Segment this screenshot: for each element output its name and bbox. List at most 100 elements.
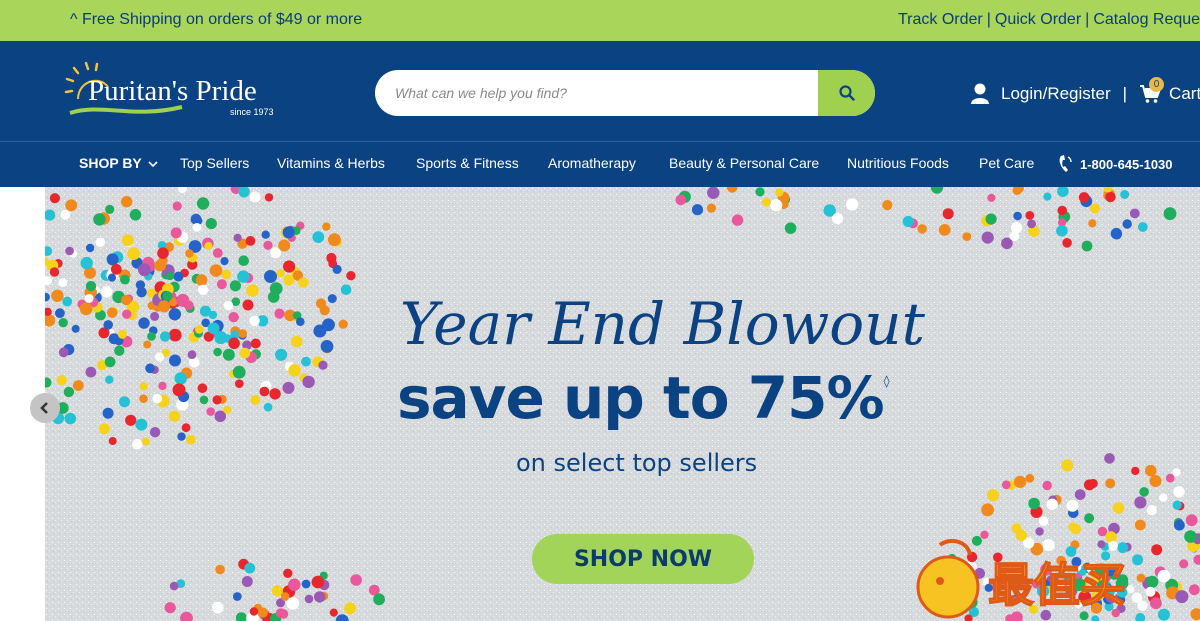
nav-top-sellers[interactable]: Top Sellers [180, 155, 249, 171]
nav-vitamins-herbs[interactable]: Vitamins & Herbs [277, 155, 385, 171]
search-input[interactable] [375, 70, 805, 116]
confetti-dot [249, 315, 260, 326]
confetti-dot [1185, 514, 1198, 527]
confetti-dot [170, 227, 182, 239]
confetti-dot [158, 381, 167, 391]
confetti-dot [105, 375, 114, 384]
confetti-dot [195, 325, 204, 334]
nav-aromatherapy[interactable]: Aromatherapy [548, 155, 636, 171]
confetti-dot [119, 396, 130, 408]
confetti-dot [1173, 486, 1185, 498]
confetti-dot [150, 311, 160, 321]
confetti-dot [101, 286, 113, 298]
quick-order-link[interactable]: Quick Order [995, 11, 1081, 28]
confetti-dot [158, 300, 171, 313]
confetti-dot [1042, 480, 1052, 491]
confetti-dot [319, 305, 330, 316]
confetti-dot [159, 331, 171, 342]
confetti-dot [290, 335, 303, 348]
confetti-dot [902, 215, 914, 228]
confetti-dot [237, 270, 250, 283]
confetti-dot [332, 264, 342, 274]
confetti-dot [129, 209, 142, 221]
shop-now-button[interactable]: SHOP NOW [532, 534, 754, 584]
divider: | [1085, 11, 1090, 28]
confetti-dot [164, 602, 176, 614]
promo-bar: ^ Free Shipping on orders of $49 or more… [0, 0, 1200, 41]
nav-sports-fitness[interactable]: Sports & Fitness [416, 155, 519, 171]
confetti-dot [117, 329, 127, 339]
confetti-dot [675, 194, 687, 206]
nav-nutritious-foods[interactable]: Nutritious Foods [847, 155, 949, 171]
nav-beauty-personal-care[interactable]: Beauty & Personal Care [669, 155, 819, 171]
confetti-dot [269, 388, 281, 400]
divider: | [986, 11, 991, 28]
confetti-dot [288, 578, 301, 591]
offer-text: save up to 75% [397, 364, 885, 432]
confetti-dot [327, 294, 337, 304]
confetti-dot [228, 337, 240, 350]
confetti-dot [987, 193, 996, 202]
track-order-link[interactable]: Track Order [898, 11, 983, 28]
account-area: Login/Register | 0 Cart [970, 77, 1200, 107]
confetti-dot [85, 243, 95, 253]
carousel-prev-button[interactable] [30, 393, 60, 423]
chevron-left-icon [40, 402, 48, 414]
brand-name: Puritan's Pride [88, 75, 257, 107]
search-button[interactable] [818, 70, 875, 116]
confetti-dot [1046, 498, 1058, 510]
confetti-dot [1025, 211, 1035, 220]
confetti-dot [72, 380, 84, 391]
confetti-dot [65, 246, 74, 256]
brand-logo[interactable]: Puritan's Pride since 1973 [62, 59, 292, 125]
confetti-dot [173, 271, 184, 282]
confetti-dot [326, 252, 337, 264]
confetti-dot [84, 294, 94, 303]
confetti-dot [1146, 505, 1157, 516]
confetti-dot [199, 395, 209, 405]
user-icon [971, 83, 989, 104]
confetti-dot [264, 270, 277, 283]
confetti-dot [301, 579, 311, 589]
confetti-dot [845, 198, 859, 211]
confetti-dot [1028, 497, 1040, 510]
confetti-dot [346, 271, 356, 281]
confetti-dot [250, 395, 261, 405]
confetti-dot [282, 226, 295, 239]
confetti-dot [223, 300, 234, 311]
confetti-dot [215, 564, 225, 575]
site-header: Puritan's Pride since 1973 Login/Registe… [0, 41, 1200, 141]
confetti-dot [312, 231, 325, 243]
confetti-dot [283, 260, 296, 273]
login-register-link[interactable]: Login/Register [1001, 84, 1111, 104]
phone-number[interactable]: 1-800-645-1030 [1080, 157, 1173, 172]
divider: | [1122, 84, 1128, 103]
confetti-dot [205, 218, 217, 230]
confetti-dot [212, 248, 223, 258]
confetti-dot [981, 231, 994, 244]
confetti-dot [199, 305, 212, 317]
cart-button[interactable]: 0 Cart [1139, 77, 1200, 104]
confetti-dot [121, 294, 132, 306]
shop-by-menu[interactable]: SHOP BY [79, 155, 158, 171]
confetti-dot [250, 338, 261, 349]
confetti-dot [775, 188, 784, 197]
confetti-dot [302, 375, 315, 389]
cart-count-badge: 0 [1149, 77, 1165, 92]
catalog-request-link[interactable]: Catalog Reques [1093, 11, 1200, 28]
main-nav: SHOP BY Top Sellers Vitamins & Herbs Spo… [0, 141, 1200, 187]
confetti-dot [143, 340, 152, 349]
confetti-dot [280, 592, 290, 601]
confetti-dot [942, 208, 954, 220]
hero-offer: save up to 75%◊ [397, 364, 890, 432]
confetti-dot [56, 375, 67, 386]
confetti-dot [257, 607, 268, 618]
confetti-dot [157, 247, 169, 259]
confetti-dot [261, 230, 270, 239]
confetti-dot [263, 240, 273, 250]
confetti-dot [80, 256, 93, 270]
nav-pet-care[interactable]: Pet Care [979, 155, 1034, 171]
hero-tagline: on select top sellers [516, 449, 758, 477]
confetti-dot [172, 383, 186, 397]
confetti-dot [197, 284, 209, 295]
